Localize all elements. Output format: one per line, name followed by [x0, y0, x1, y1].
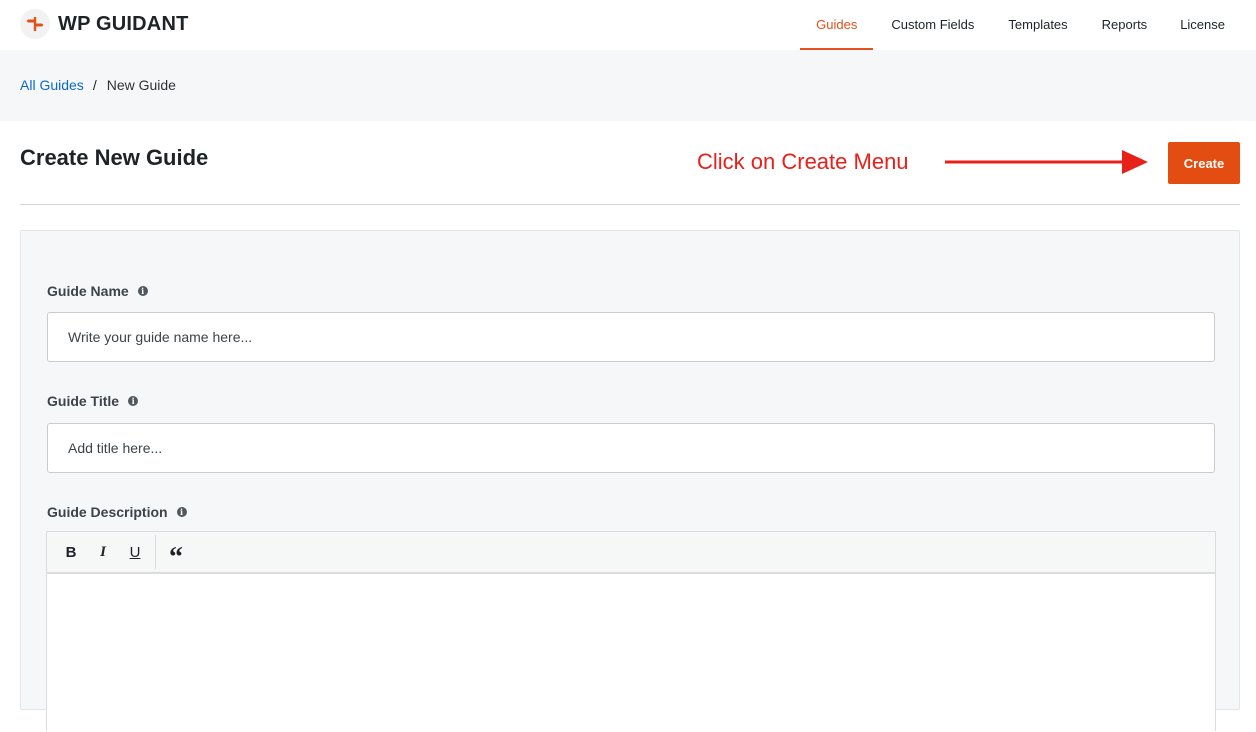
editor-toolbar: B I U “ [47, 532, 1215, 574]
breadcrumb-current: New Guide [106, 77, 176, 93]
description-editor: B I U “ [46, 531, 1216, 731]
annotation-arrow-icon [945, 150, 1148, 174]
main-nav: Guides Custom Fields Templates Reports L… [800, 0, 1256, 50]
guide-name-label: Guide Name i [47, 283, 148, 299]
guide-name-input[interactable] [47, 312, 1215, 362]
nav-tab-reports[interactable]: Reports [1102, 0, 1148, 50]
header-divider [20, 204, 1240, 205]
info-icon[interactable]: i [176, 507, 187, 517]
brand-name: WP GUIDANT [58, 12, 189, 35]
guide-form-panel: Guide Name i Guide Title i Guide Descrip… [20, 230, 1240, 731]
breadcrumb-bar: All Guides / New Guide [0, 50, 1256, 121]
guide-description-label: Guide Description i [47, 504, 187, 520]
info-icon[interactable]: i [137, 286, 148, 296]
create-button[interactable]: Create [1168, 142, 1240, 184]
nav-tab-templates[interactable]: Templates [1008, 0, 1067, 50]
guide-description-label-text: Guide Description [47, 504, 168, 520]
guide-title-label-text: Guide Title [47, 393, 120, 409]
guide-name-label-text: Guide Name [47, 283, 129, 299]
italic-icon[interactable]: I [87, 536, 119, 568]
editor-content-area[interactable] [47, 574, 1215, 732]
info-icon[interactable]: i [128, 396, 139, 406]
breadcrumb: All Guides / New Guide [20, 77, 176, 93]
top-bar: WP GUIDANT Guides Custom Fields Template… [0, 0, 1256, 50]
annotation-callout: Click on Create Menu [697, 149, 909, 174]
signpost-logo-icon [20, 9, 50, 39]
nav-tab-guides[interactable]: Guides [800, 0, 874, 50]
brand[interactable]: WP GUIDANT [20, 9, 189, 39]
bold-icon[interactable]: B [55, 536, 87, 568]
page-title: Create New Guide [20, 145, 209, 170]
breadcrumb-all-guides-link[interactable]: All Guides [20, 77, 84, 93]
nav-tab-license[interactable]: License [1180, 0, 1225, 50]
guide-title-label: Guide Title i [47, 393, 139, 409]
blockquote-icon[interactable]: “ [160, 536, 192, 573]
underline-icon[interactable]: U [119, 536, 151, 568]
toolbar-separator [155, 535, 156, 569]
nav-tab-custom-fields[interactable]: Custom Fields [891, 0, 974, 50]
guide-title-input[interactable] [47, 423, 1215, 473]
breadcrumb-separator: / [92, 77, 97, 93]
